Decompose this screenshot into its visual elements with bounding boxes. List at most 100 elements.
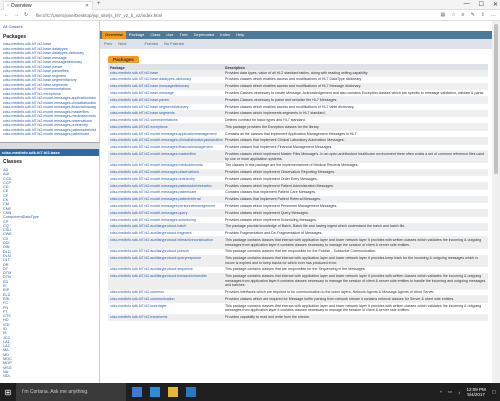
frames-link[interactable]: Frames (144, 41, 158, 47)
nav-package[interactable]: Package (126, 31, 148, 39)
next-link[interactable]: Next (118, 41, 126, 47)
package-link[interactable]: cdsc.medinfo.sdk.hl7.hl2.model.messages.… (3, 114, 96, 119)
minimize-icon[interactable]: — (464, 1, 470, 8)
tray-chevron-icon[interactable]: ^ (440, 390, 442, 395)
package-link[interactable]: cdsc.medinfo.sdk.hl7.hl2.model.messages.… (108, 176, 223, 182)
cortana-search-box[interactable]: I'm Cortana. Ask me anything. (16, 383, 126, 401)
table-row: cdsc.medinfo.sdk.hl7.hl2.model.messages.… (108, 131, 488, 138)
start-button-icon[interactable]: ⊞ (0, 383, 16, 401)
package-link[interactable]: cdsc.medinfo.sdk.hl7.hl2.base.datatypes.… (3, 51, 96, 56)
package-link[interactable]: cdsc.medinfo.sdk.hl7.hl2.auxiliaryprotoc… (108, 274, 223, 289)
table-row: cdsc.medinfo.sdk.hl7.hl2.auxiliaryprotoc… (108, 223, 488, 231)
network-icon[interactable]: ▭ (448, 389, 452, 395)
share-icon[interactable]: ⇪ (481, 12, 485, 18)
all-classes-link[interactable]: All Classes (3, 24, 96, 29)
prev-link[interactable]: Prev (104, 41, 112, 47)
package-description: Provides classes which implement Patient… (225, 183, 334, 188)
table-row: cdsc.medinfo.sdk.hl7.hl2.model.messages.… (108, 137, 488, 145)
more-icon[interactable]: … (491, 12, 496, 18)
package-link[interactable]: cdsc.medinfo.sdk.hl7.hl2.model.messages.… (3, 96, 96, 101)
table-row: cdsc.medinfo.sdk.hl7.hl2.auxiliaryprotoc… (108, 266, 488, 274)
edge-icon[interactable] (150, 387, 160, 397)
class-link[interactable]: NDL (3, 374, 96, 378)
windows-taskbar: ⊞ I'm Cortana. Ask me anything. ^ ▭ ♪ 12… (0, 383, 500, 401)
package-link[interactable]: cdsc.medinfo.sdk.hl7.hl2.base.messagedic… (3, 60, 96, 65)
volume-icon[interactable]: ♪ (458, 390, 460, 395)
package-link[interactable]: cdsc.medinfo.sdk.hl7.hl2.model.messages.… (108, 210, 223, 216)
package-link[interactable]: cdsc.medinfo.sdk.hl7.hl2.model.messages.… (108, 217, 223, 223)
package-link[interactable]: cdsc.medinfo.sdk.hl7.hl2.base.parser (108, 97, 223, 103)
package-description: This package provides the Exception clas… (225, 124, 320, 129)
package-link[interactable]: cdsc.medinfo.sdk.hl7.hl2.model.messages.… (108, 203, 223, 209)
selected-package-title[interactable]: cdsc.medinfo.sdk.hl7.hl2.base (0, 149, 99, 156)
nav-use[interactable]: Use (163, 31, 176, 39)
clock[interactable]: 12:09 PM 5/4/2017 (466, 387, 485, 398)
nav-class[interactable]: Class (147, 31, 163, 39)
package-link[interactable]: cdsc.medinfo.sdk.hl7.hl2.model.messages.… (108, 138, 223, 144)
reading-view-icon[interactable]: ▤ (440, 12, 445, 18)
package-link[interactable]: cdsc.medinfo.sdk.hl7.hl2.model.messages.… (108, 170, 223, 176)
no-frames-link[interactable]: No Frames (164, 41, 184, 47)
window-controls: — ☐ ✕ (464, 1, 498, 8)
nav-tree[interactable]: Tree (177, 31, 191, 39)
task-view-icon[interactable] (132, 387, 142, 397)
back-icon[interactable]: ← (4, 12, 9, 18)
scrollbar-thumb[interactable] (494, 24, 498, 174)
package-link[interactable]: cdsc.medinfo.sdk.hl7.hl2.commonrelations (108, 117, 223, 123)
package-link[interactable]: cdsc.medinfo.sdk.hl7.hl2.lowerlayer (108, 303, 223, 313)
package-link[interactable]: cdsc.medinfo.sdk.hl7.hl2.auxiliaryprotoc… (108, 237, 223, 247)
nav-overview[interactable]: Overview (102, 31, 126, 39)
package-link[interactable]: cdsc.medinfo.sdk.hl7.hl2.exceptions (108, 124, 223, 130)
package-link[interactable]: cdsc.medinfo.sdk.hl7.hl2.auxiliaryprotoc… (108, 231, 223, 237)
package-link[interactable]: cdsc.medinfo.sdk.hl7.hl2.auxiliaryprotoc… (108, 256, 223, 266)
package-link[interactable]: cdsc.medinfo.sdk.hl7.hl2.model.messages.… (3, 123, 96, 128)
package-link[interactable]: cdsc.medinfo.sdk.hl7.hl2.model.messages.… (3, 132, 96, 137)
nav-help[interactable]: Help (233, 31, 247, 39)
package-link[interactable]: cdsc.medinfo.sdk.hl7.hl2.auxiliaryprotoc… (108, 224, 223, 230)
tab-close-icon[interactable]: ✕ (85, 3, 89, 9)
package-description: This package contains classes that are r… (225, 267, 366, 272)
nav-deprecated[interactable]: Deprecated (191, 31, 218, 39)
package-link[interactable]: cdsc.medinfo.sdk.hl7.hl2.model.messages.… (108, 151, 223, 161)
package-link[interactable]: cdsc.medinfo.sdk.hl7.hl2.model.messages.… (3, 105, 96, 110)
table-row: cdsc.medinfo.sdk.hl7.hl2.transforms Provi… (108, 314, 488, 322)
packages-heading: Packages (3, 34, 27, 40)
refresh-icon[interactable]: ↻ (24, 12, 28, 18)
package-link[interactable]: cdsc.medinfo.sdk.hl7.hl2.base.segmentdic… (108, 104, 223, 110)
close-window-icon[interactable]: ✕ (493, 1, 498, 8)
package-link[interactable]: cdsc.medinfo.sdk.hl7.hl2.base.messagedic… (108, 84, 223, 90)
favorite-star-icon[interactable]: ☆ (451, 12, 455, 18)
forward-icon[interactable]: → (14, 12, 19, 18)
package-link[interactable]: cdsc.medinfo.sdk.hl7.hl2.base.segments (108, 111, 223, 117)
store-icon[interactable] (186, 387, 196, 397)
url-field[interactable]: file:///C:/Users/jose/Desktop/jsp_site/j… (36, 12, 246, 19)
notes-icon[interactable]: ✎ (471, 12, 475, 18)
package-link[interactable]: cdsc.medinfo.sdk.hl7.hl2.auxiliaryprotoc… (108, 249, 223, 255)
browser-tab[interactable]: ▫ Overview ✕ (3, 1, 93, 10)
package-link[interactable]: cdsc.medinfo.sdk.hl7.hl2.base.datatypes.… (108, 77, 223, 83)
hub-icon[interactable]: ≡ (462, 12, 465, 18)
package-description: Provides interfaces which are required t… (225, 290, 435, 295)
package-link[interactable]: cdsc.medinfo.sdk.hl7.hl2.model.messages.… (108, 183, 223, 189)
package-link[interactable]: cdsc.medinfo.sdk.hl7.hl2.communication (108, 296, 223, 302)
package-description: Provides classes which implement Master … (225, 151, 485, 161)
file-explorer-icon[interactable] (168, 387, 178, 397)
package-link[interactable]: cdsc.medinfo.sdk.hl7.hl2.model.messages.… (108, 131, 223, 137)
maximize-icon[interactable]: ☐ (479, 1, 484, 8)
notifications-icon[interactable]: ▢ (492, 389, 496, 395)
package-link[interactable]: cdsc.medinfo.sdk.hl7.hl2.transforms (108, 315, 223, 321)
package-link[interactable]: cdsc.medinfo.sdk.hl7.hl2.base.message (108, 90, 223, 96)
package-link[interactable]: cdsc.medinfo.sdk.hl7.hl2.model.messages.… (108, 197, 223, 203)
package-link[interactable]: cdsc.medinfo.sdk.hl7.hl2.base (108, 70, 223, 76)
package-link[interactable]: cdsc.medinfo.sdk.hl7.hl2.model.messages.… (108, 145, 223, 151)
package-link[interactable]: cdsc.medinfo.sdk.hl7.hl2.model.messages.… (108, 163, 223, 169)
package-description: Contains classes that implement Patient … (225, 190, 317, 195)
package-link[interactable]: cdsc.medinfo.sdk.hl7.hl2.auxiliaryprotoc… (108, 267, 223, 273)
package-link[interactable]: cdsc.medinfo.sdk.hl7.hl2.model.messages.… (108, 190, 223, 196)
new-tab-button[interactable]: + (97, 1, 101, 7)
package-link[interactable]: cdsc.medinfo.sdk.hl7.hl2.common (108, 290, 223, 296)
package-description: Provides classes that implement Clinical… (225, 138, 345, 143)
table-row: cdsc.medinfo.sdk.hl7.hl2.model.messages.… (108, 196, 488, 204)
nav-index[interactable]: Index (217, 31, 233, 39)
vertical-scrollbar[interactable] (492, 21, 500, 383)
